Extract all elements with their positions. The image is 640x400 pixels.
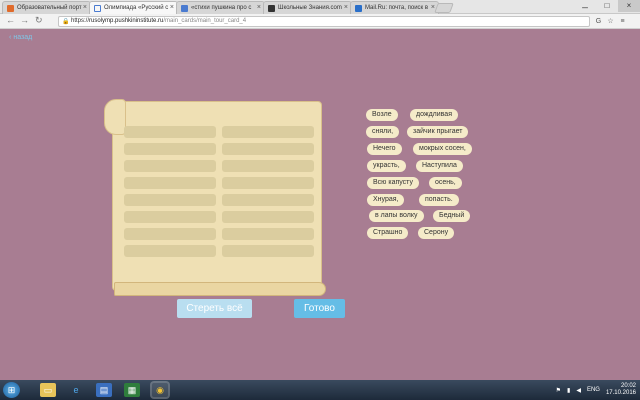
- url-path: /main_cards/main_tour_card_4: [163, 18, 247, 24]
- back-link-label: назад: [13, 34, 33, 41]
- menu-icon[interactable]: ≡: [618, 17, 627, 26]
- word-chip[interactable]: Всю капусту: [367, 177, 419, 189]
- answer-slot[interactable]: [222, 228, 314, 240]
- search-favicon-icon: [181, 5, 188, 12]
- close-icon[interactable]: ×: [344, 4, 348, 11]
- tab-olympiad[interactable]: Олимпиада «Русский с ×: [89, 1, 178, 15]
- scroll-bottom-roll: [114, 282, 326, 296]
- back-arrow-icon[interactable]: ←: [6, 15, 15, 25]
- word-chip[interactable]: дождливая: [410, 109, 458, 121]
- chrome-icon[interactable]: ◉: [152, 383, 168, 397]
- chevron-left-icon: ‹: [9, 34, 12, 41]
- extension-icon[interactable]: G: [594, 17, 603, 26]
- word-chip[interactable]: украсть,: [367, 160, 406, 172]
- maximize-icon[interactable]: □: [596, 0, 618, 12]
- document-icon[interactable]: ▤: [96, 383, 112, 397]
- start-button[interactable]: ⊞: [3, 382, 20, 398]
- word-chip[interactable]: Возле: [366, 109, 398, 121]
- close-window-icon[interactable]: ×: [618, 0, 640, 12]
- network-icon[interactable]: ▮: [567, 387, 570, 394]
- reload-icon[interactable]: ↻: [35, 15, 43, 26]
- tab-label: Образовательный порт: [17, 5, 82, 11]
- word-chip[interactable]: сняли,: [366, 126, 400, 138]
- answer-slot[interactable]: [222, 211, 314, 223]
- answer-slot[interactable]: [222, 143, 314, 155]
- word-chip[interactable]: Наступила: [416, 160, 463, 172]
- clock-date: 17.10.2016: [605, 390, 636, 396]
- tab-search[interactable]: «стихи пушкина про с ×: [176, 1, 265, 14]
- answer-slot[interactable]: [124, 143, 216, 155]
- answer-slot[interactable]: [124, 194, 216, 206]
- word-chip[interactable]: Хнурая,: [367, 194, 405, 206]
- tab-label: Школьные Знания.com: [278, 5, 342, 11]
- answer-slot[interactable]: [222, 177, 314, 189]
- answer-slot[interactable]: [124, 160, 216, 172]
- word-chip[interactable]: в лапы волку: [369, 210, 424, 222]
- address-bar[interactable]: 🔒 https://rusolymp.pushkininstitute.ru/m…: [58, 16, 590, 27]
- answer-slot[interactable]: [124, 228, 216, 240]
- system-tray: ⚑ ▮ ◀ ENG 20:02 17.10.2016: [556, 382, 636, 398]
- word-chip[interactable]: Бедный: [433, 210, 471, 222]
- url-scheme: https://: [71, 18, 90, 24]
- close-icon[interactable]: ×: [170, 4, 174, 11]
- clock[interactable]: 20:02 17.10.2016: [606, 383, 636, 397]
- windows-taskbar: ⊞ ▭ e ▤ ▦ ◉ ⚑ ▮ ◀ ENG 20:02 17.10.2016: [0, 380, 640, 400]
- answer-slot[interactable]: [124, 245, 216, 257]
- word-chip[interactable]: попасть.: [419, 194, 459, 206]
- clock-time: 20:02: [620, 383, 636, 389]
- new-tab-button[interactable]: [434, 3, 454, 13]
- answer-slot[interactable]: [124, 126, 216, 138]
- answer-slot[interactable]: [124, 211, 216, 223]
- ie-icon[interactable]: e: [68, 383, 84, 397]
- close-icon[interactable]: ×: [257, 4, 261, 11]
- mail-favicon-icon: [355, 5, 362, 12]
- tab-label: Mail.Ru: почта, поиск в: [365, 5, 429, 11]
- page-favicon-icon: [94, 5, 101, 12]
- word-chip[interactable]: зайчик прыгает: [407, 126, 469, 138]
- star-icon[interactable]: ☆: [606, 17, 615, 26]
- word-chip[interactable]: Нечего: [367, 143, 402, 155]
- url-host: rusolymp.pushkininstitute.ru: [89, 18, 164, 24]
- answer-slot[interactable]: [222, 194, 314, 206]
- language-indicator[interactable]: ENG: [587, 387, 600, 393]
- answer-slot[interactable]: [124, 177, 216, 189]
- word-chip[interactable]: Серону: [418, 227, 455, 239]
- close-icon[interactable]: ×: [83, 4, 87, 11]
- minimize-icon[interactable]: _: [574, 0, 596, 12]
- explorer-icon[interactable]: ▭: [40, 383, 56, 397]
- answer-grid: [124, 126, 314, 257]
- scroll-top-curl: [104, 99, 126, 135]
- browser-toolbar: ← → ↻ 🔒 https://rusolymp.pushkininstitut…: [0, 14, 640, 29]
- tab-bar: Образовательный порт × Олимпиада «Русски…: [0, 0, 640, 15]
- lock-icon: 🔒: [62, 19, 70, 25]
- flag-icon[interactable]: ⚑: [556, 387, 561, 394]
- tab-label: Олимпиада «Русский с: [104, 5, 169, 11]
- clear-all-button[interactable]: Стереть всё: [177, 299, 252, 318]
- spreadsheet-icon[interactable]: ▦: [124, 383, 140, 397]
- word-chip[interactable]: осень,: [429, 177, 462, 189]
- tab-label: «стихи пушкина про с: [191, 5, 252, 11]
- tab-mail[interactable]: Mail.Ru: почта, поиск в ×: [350, 1, 439, 14]
- forward-arrow-icon[interactable]: →: [20, 15, 29, 25]
- tab-znania[interactable]: Школьные Знания.com ×: [263, 1, 352, 14]
- word-chip[interactable]: мокрых сосен,: [413, 143, 472, 155]
- tab-portal[interactable]: Образовательный порт ×: [2, 1, 91, 14]
- answer-slot[interactable]: [222, 126, 314, 138]
- portal-favicon-icon: [7, 5, 14, 12]
- answer-slot[interactable]: [222, 160, 314, 172]
- answer-slot[interactable]: [222, 245, 314, 257]
- back-link[interactable]: ‹ назад: [9, 34, 32, 41]
- znania-favicon-icon: [268, 5, 275, 12]
- volume-icon[interactable]: ◀: [576, 387, 581, 394]
- done-button[interactable]: Готово: [294, 299, 345, 318]
- window-controls: _ □ ×: [574, 0, 640, 12]
- word-chip[interactable]: Страшно: [367, 227, 409, 239]
